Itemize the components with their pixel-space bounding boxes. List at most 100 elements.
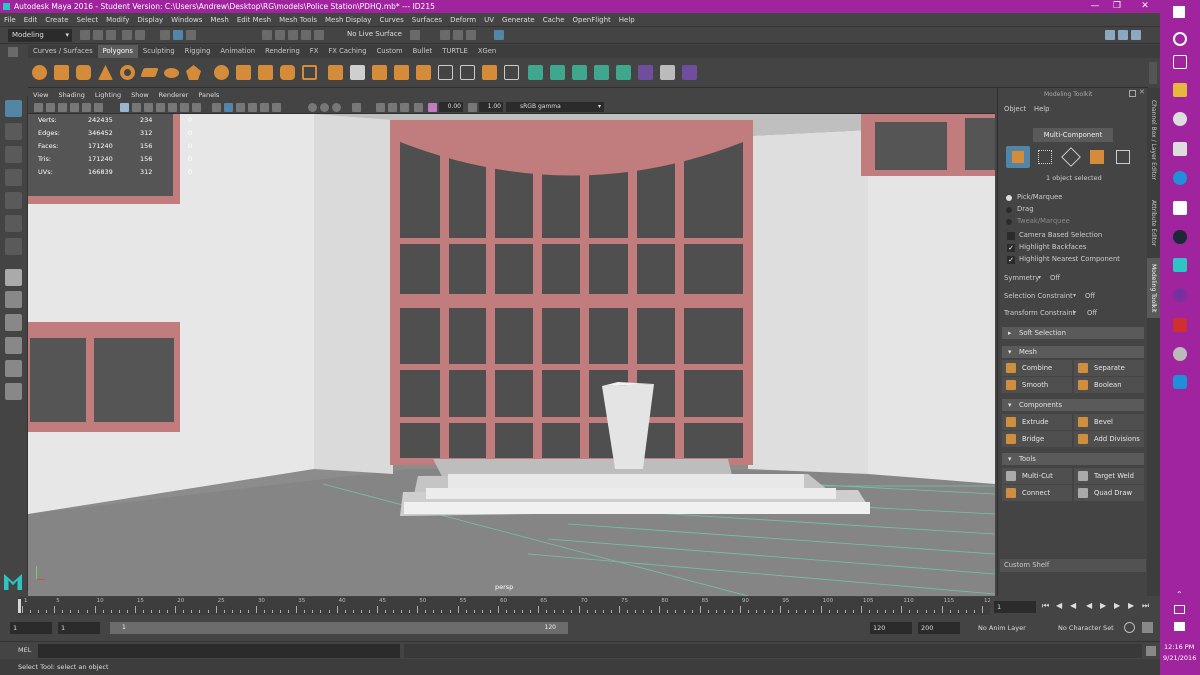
poly-torus-icon[interactable] (120, 65, 135, 80)
poly-cone-icon[interactable] (98, 65, 113, 80)
bevel-button[interactable]: Bevel (1074, 414, 1144, 430)
target-weld-icon[interactable] (504, 65, 519, 80)
cortana-icon[interactable] (1173, 32, 1187, 46)
menu-display[interactable]: Display (133, 13, 167, 27)
resolution-gate-icon[interactable] (144, 103, 153, 112)
go-to-end-icon[interactable]: ⏭ (1142, 601, 1149, 611)
uv-editor-icon[interactable] (616, 65, 631, 80)
tab-sculpting[interactable]: Sculpting (138, 45, 180, 58)
go-to-start-icon[interactable]: ⏮ (1042, 601, 1049, 611)
field-chart-icon[interactable] (168, 103, 177, 112)
isolate-select-icon[interactable] (414, 103, 423, 112)
layout-four-icon[interactable] (1131, 30, 1141, 40)
toolkit-close-icon[interactable]: ✕ (1139, 88, 1145, 96)
quad-draw-button[interactable]: Quad Draw (1074, 485, 1144, 501)
render-icon[interactable] (440, 30, 450, 40)
tab-animation[interactable]: Animation (215, 45, 260, 58)
smooth-shade-icon[interactable] (224, 103, 233, 112)
vertex-mode-icon[interactable] (1038, 150, 1052, 164)
four-view-icon[interactable] (5, 291, 22, 308)
combine-icon[interactable] (214, 65, 229, 80)
panel-menu-renderer[interactable]: Renderer (154, 90, 194, 100)
tab-fx-caching[interactable]: FX Caching (323, 45, 371, 58)
cylindrical-uv-icon[interactable] (572, 65, 587, 80)
smooth-icon[interactable] (280, 65, 295, 80)
connect-button[interactable]: Connect (1002, 485, 1072, 501)
safe-action-icon[interactable] (180, 103, 189, 112)
xray-components-icon[interactable] (332, 103, 341, 112)
checkbox-camera-based[interactable] (1007, 232, 1015, 240)
smooth-button[interactable]: Smooth (1002, 377, 1072, 393)
wireframe-on-shaded-icon[interactable] (236, 103, 245, 112)
snap-grid-icon[interactable] (262, 30, 272, 40)
clock-time[interactable]: 12:16 PM (1164, 643, 1194, 651)
app-icon[interactable] (1173, 142, 1187, 156)
move-tool-icon[interactable] (5, 169, 22, 186)
menu-surfaces[interactable]: Surfaces (408, 13, 446, 27)
rotate-tool-icon[interactable] (5, 192, 22, 209)
render-settings-icon[interactable] (466, 30, 476, 40)
select-object-icon[interactable] (173, 30, 183, 40)
panel-menu-shading[interactable]: Shading (53, 90, 89, 100)
toolkit-float-icon[interactable] (1129, 90, 1136, 97)
radio-tweak-marquee[interactable] (1006, 219, 1012, 225)
persp-outliner-icon[interactable] (5, 314, 22, 331)
mel-input[interactable] (38, 644, 400, 658)
gamma-field[interactable]: 1.00 (479, 102, 503, 112)
auto-key-icon[interactable] (1124, 622, 1135, 633)
play-forwards-icon[interactable]: ▶ (1100, 601, 1106, 610)
current-frame-field[interactable]: 1 (994, 601, 1036, 613)
add-divisions-button[interactable]: Add Divisions (1074, 431, 1144, 447)
anim-layer-dropdown[interactable]: No Anim Layer (978, 624, 1026, 632)
menu-openflight[interactable]: OpenFlight (569, 13, 615, 27)
menu-help[interactable]: Help (615, 13, 639, 27)
tab-polygons[interactable]: Polygons (97, 45, 138, 58)
menu-uv[interactable]: UV (480, 13, 498, 27)
image-plane-icon[interactable] (70, 103, 79, 112)
poly-disc-icon[interactable] (164, 68, 179, 78)
menu-select[interactable]: Select (73, 13, 103, 27)
selection-constraint-value[interactable]: Off (1085, 292, 1095, 300)
single-view-icon[interactable] (5, 269, 22, 286)
bevel-icon[interactable] (350, 65, 365, 80)
separate-button[interactable]: Separate (1074, 360, 1144, 376)
last-tool-icon[interactable] (5, 238, 22, 255)
exposure-icon[interactable] (428, 103, 437, 112)
poly-cube-icon[interactable] (54, 65, 69, 80)
outliner-layout-icon[interactable] (5, 383, 22, 400)
grease-pencil-icon[interactable] (94, 103, 103, 112)
menu-edit-mesh[interactable]: Edit Mesh (233, 13, 275, 27)
animation-start-field[interactable]: 1 (10, 622, 52, 634)
soft-selection-section[interactable]: ▸ Soft Selection (1002, 327, 1144, 339)
platonic-solid-icon[interactable] (186, 65, 201, 80)
tab-xgen[interactable]: XGen (473, 45, 501, 58)
checkbox-highlight-nearest[interactable]: ✓ (1007, 256, 1015, 264)
maya-taskbar-icon[interactable] (1173, 258, 1187, 272)
extrude-button[interactable]: Extrude (1002, 414, 1072, 430)
current-frame-marker[interactable] (18, 599, 21, 613)
extract-icon[interactable] (258, 65, 273, 80)
poly-sphere-icon[interactable] (32, 65, 47, 80)
toolkit-menu-object[interactable]: Object (1004, 105, 1026, 113)
anim-prefs-icon[interactable] (1142, 622, 1153, 633)
boolean-icon[interactable] (302, 65, 317, 80)
wireframe-icon[interactable] (212, 103, 221, 112)
persp-graph-icon[interactable] (5, 337, 22, 354)
bookmark-icon[interactable] (58, 103, 67, 112)
safe-title-icon[interactable] (192, 103, 201, 112)
menu-file[interactable]: File (0, 13, 20, 27)
tab-turtle[interactable]: TURTLE (437, 45, 473, 58)
step-forward-key-icon[interactable]: ▶ (1128, 601, 1134, 610)
shelf-settings-icon[interactable] (8, 47, 18, 57)
textured-icon[interactable] (248, 103, 257, 112)
close-button[interactable]: ✕ (1132, 0, 1158, 13)
notifications-icon[interactable] (1174, 622, 1185, 631)
playback-end-field[interactable]: 120 (870, 622, 912, 634)
tab-bullet[interactable]: Bullet (408, 45, 438, 58)
layout-split-icon[interactable] (1118, 30, 1128, 40)
menu-mesh-tools[interactable]: Mesh Tools (275, 13, 321, 27)
ipr-render-icon[interactable] (453, 30, 463, 40)
uv-checker-icon[interactable] (660, 65, 675, 80)
app-icon[interactable] (1173, 201, 1187, 215)
play-backwards-icon[interactable]: ◀ (1086, 601, 1092, 610)
